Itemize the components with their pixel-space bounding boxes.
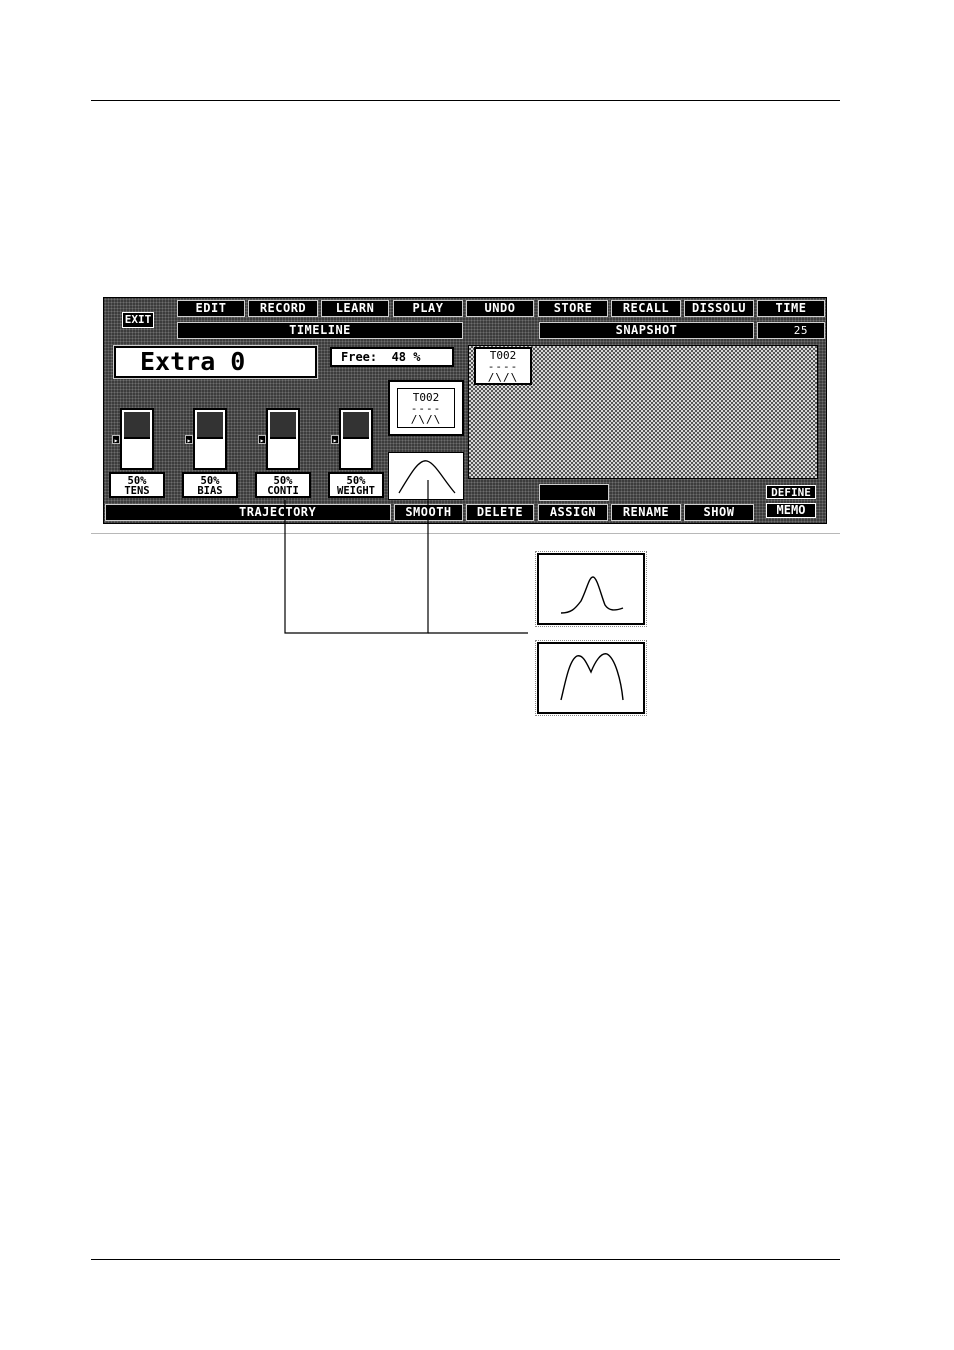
double-peak-curve-icon bbox=[560, 653, 624, 701]
leader-lines bbox=[284, 480, 528, 634]
tension-example-curve bbox=[535, 551, 647, 627]
footer-rule bbox=[91, 1259, 840, 1260]
sharp-peak-curve-icon bbox=[560, 576, 624, 614]
weight-example-curve bbox=[535, 640, 647, 716]
